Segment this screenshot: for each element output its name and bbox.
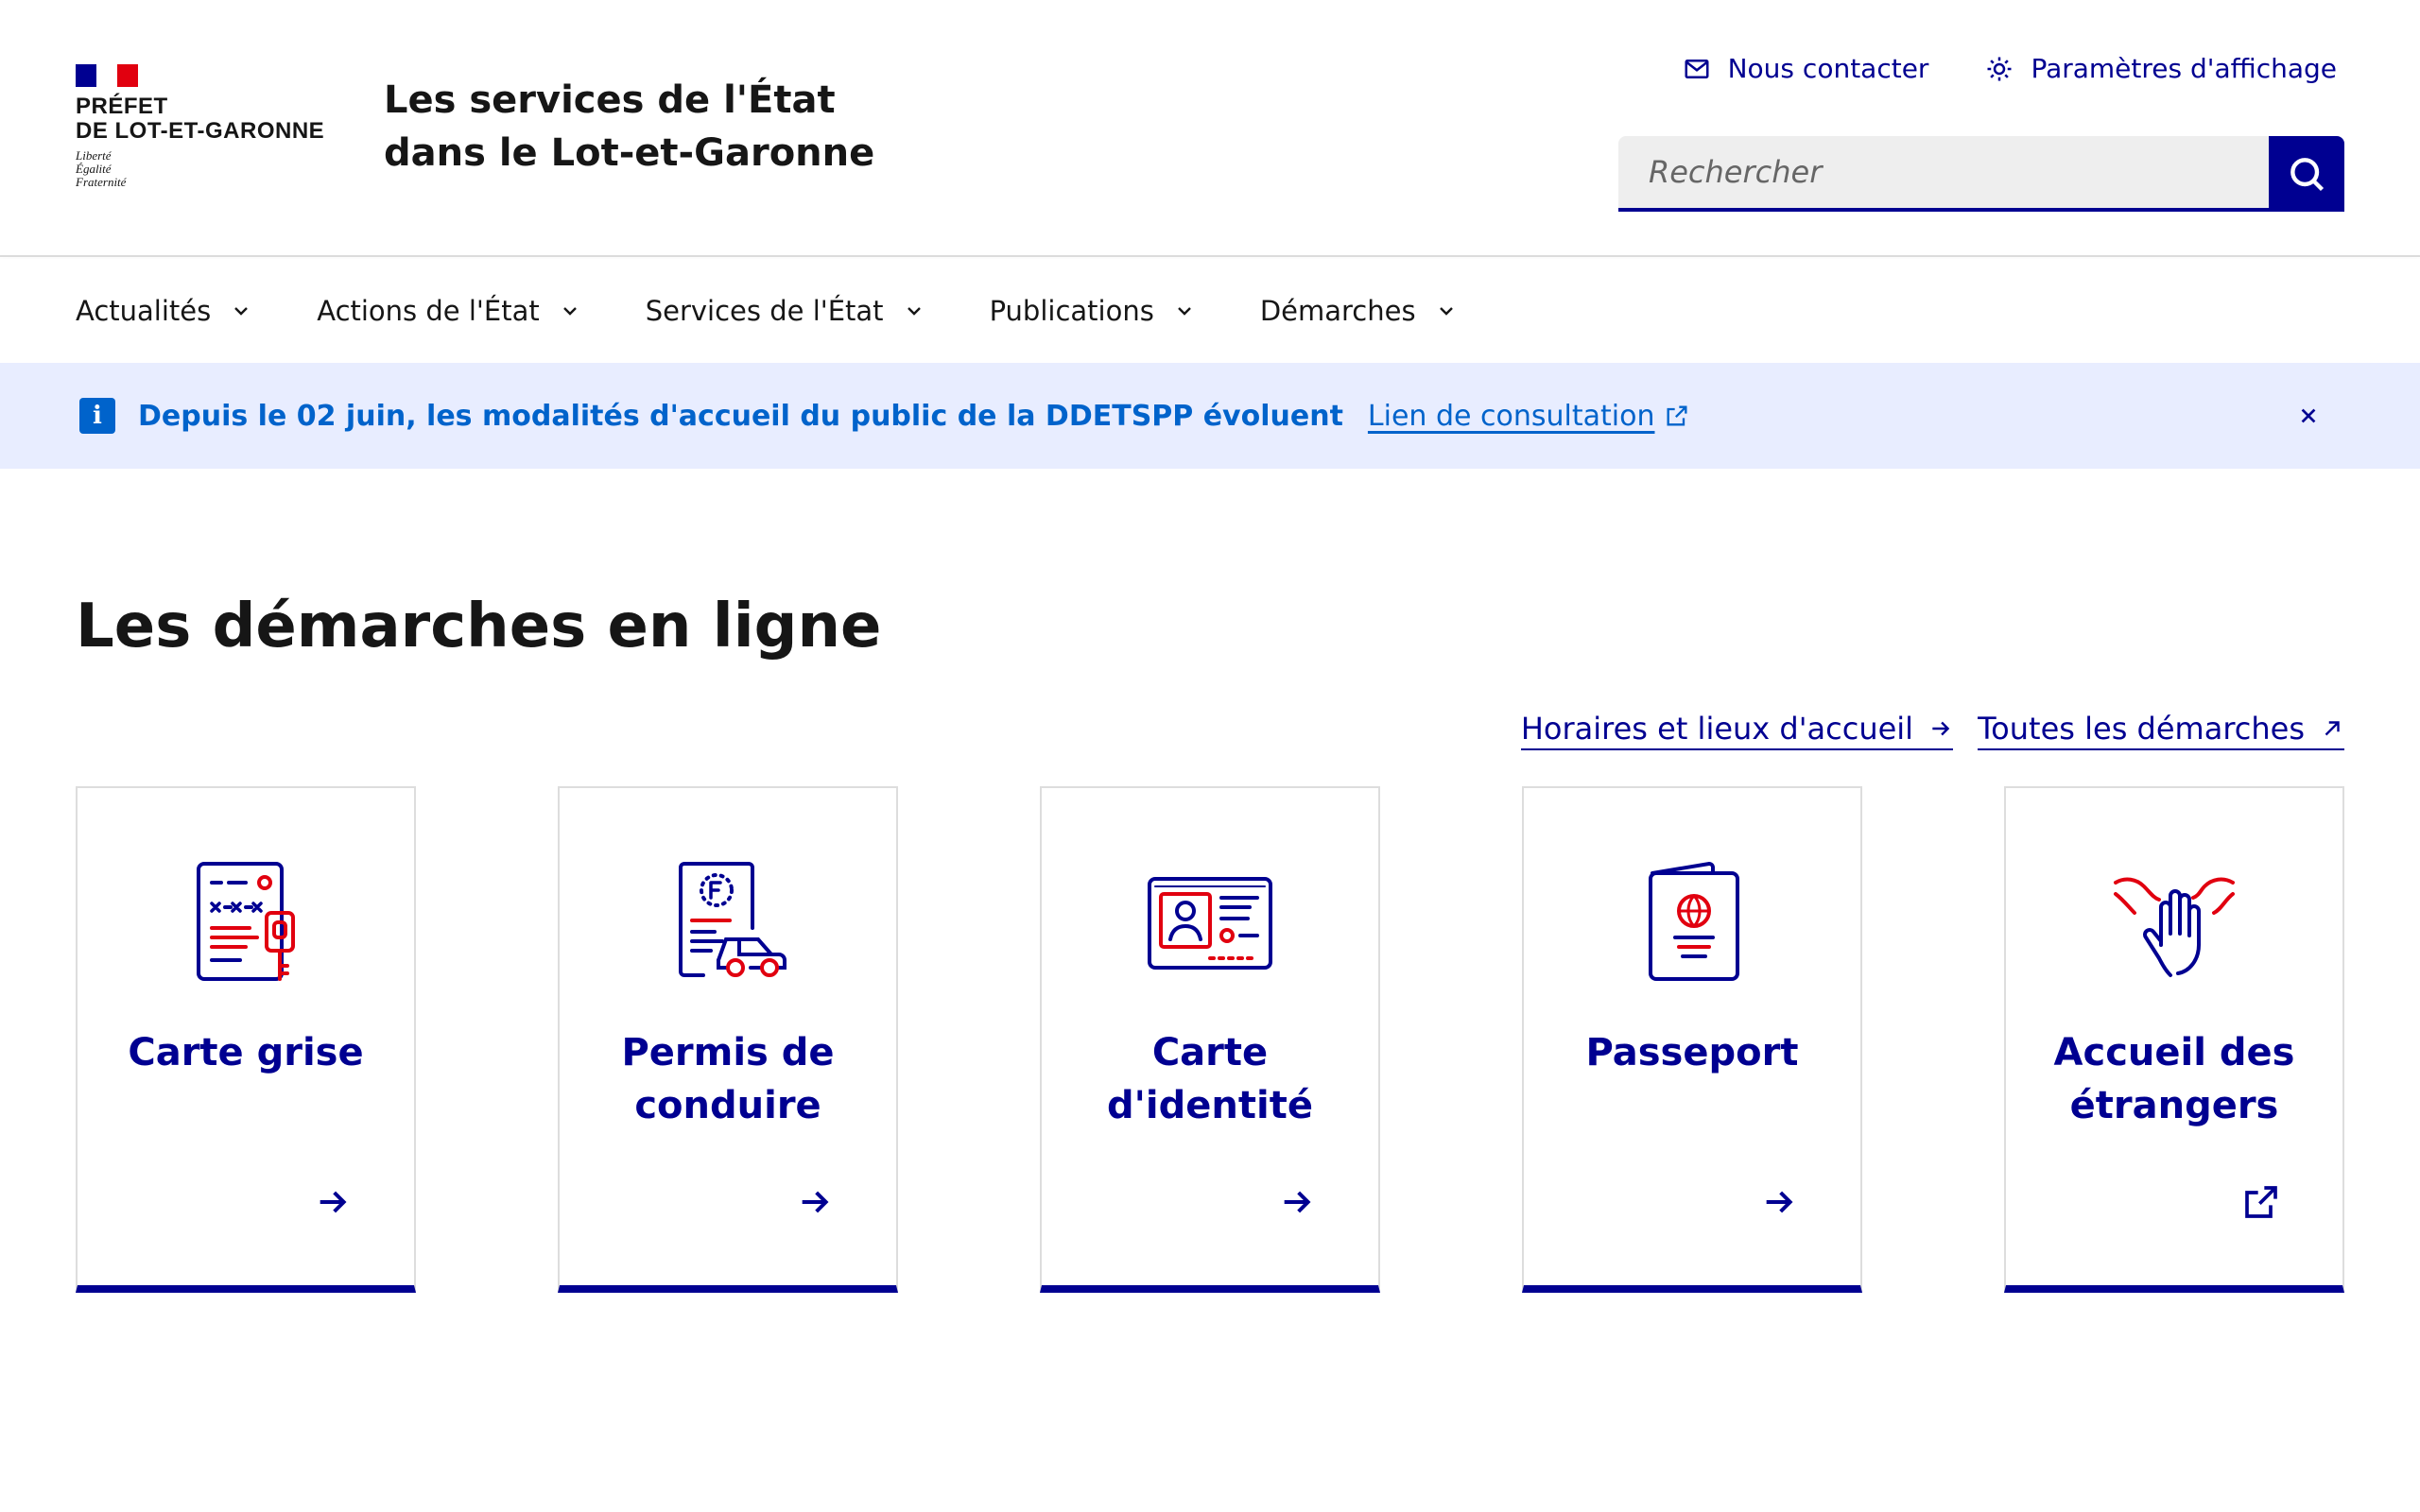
card-title: Carte grise — [128, 1031, 364, 1074]
search-bar — [1618, 136, 2344, 212]
nav-item-label: Démarches — [1259, 295, 1416, 327]
contact-link[interactable]: Nous contacter — [1683, 53, 1929, 84]
identity-card-icon — [1148, 877, 1272, 970]
nav-item-label: Publications — [989, 295, 1154, 327]
external-link-icon — [1667, 405, 1687, 426]
demarches-cards: Carte grise Permis de conduire Carte d'i… — [76, 786, 2344, 1293]
notice-text: Depuis le 02 juin, les modalités d'accue… — [138, 399, 1343, 433]
chevron-down-icon — [907, 307, 921, 316]
toutes-demarches-link[interactable]: Toutes les démarches — [1978, 711, 2344, 750]
chevron-down-icon — [234, 307, 249, 316]
arrow-right-icon — [1932, 721, 1950, 736]
card-passeport[interactable]: Passeport — [1522, 786, 1862, 1293]
site-title-line-1: Les services de l'État — [384, 78, 836, 122]
foreigners-welcome-icon — [2114, 877, 2235, 977]
close-icon — [2301, 408, 2316, 423]
contact-label: Nous contacter — [1727, 53, 1929, 84]
demarches-links: Horaires et lieux d'accueil Toutes les d… — [1520, 711, 2344, 750]
nav-item-actions-etat[interactable]: Actions de l'État — [317, 295, 580, 327]
notice-close-button[interactable] — [2291, 399, 2325, 433]
arrow-right-icon — [320, 1191, 347, 1213]
vehicle-registration-icon — [197, 862, 295, 981]
devise: Liberté Égalité Fraternité — [76, 149, 331, 189]
arrow-right-icon — [1284, 1191, 1311, 1213]
card-title: Permis de conduire — [621, 1031, 835, 1127]
card-title: Carte d'identité — [1107, 1031, 1313, 1127]
devise-fraternite: Fraternité — [76, 175, 127, 189]
nav-item-services-etat[interactable]: Services de l'État — [646, 295, 925, 327]
card-permis-conduire[interactable]: Permis de conduire — [558, 786, 898, 1293]
nav-item-label: Actualités — [76, 295, 212, 327]
horaires-link[interactable]: Horaires et lieux d'accueil — [1520, 711, 1954, 750]
info-notice: i Depuis le 02 juin, les modalités d'acc… — [0, 363, 2420, 469]
arrow-right-icon — [802, 1191, 829, 1213]
card-carte-grise[interactable]: Carte grise — [76, 786, 416, 1293]
nav-item-label: Services de l'État — [645, 295, 884, 327]
search-button[interactable] — [2269, 136, 2344, 212]
card-title: Accueil des étrangers — [2053, 1031, 2295, 1127]
search-input[interactable] — [1618, 136, 2269, 212]
site-header: PRÉFET DE LOT-ET-GARONNE Liberté Égalité… — [0, 0, 2420, 257]
header-tools: Nous contacter Paramètres d'affichage — [1683, 53, 2337, 84]
display-settings-label: Paramètres d'affichage — [2031, 53, 2337, 84]
chevron-down-icon — [1439, 307, 1453, 316]
page-title: Les démarches en ligne — [76, 592, 882, 662]
search-icon — [2290, 158, 2325, 192]
marianne-flag-icon — [76, 64, 138, 87]
devise-egalite: Égalité — [76, 162, 112, 176]
sun-icon — [1987, 57, 2012, 80]
nav-item-publications[interactable]: Publications — [990, 295, 1196, 327]
toutes-demarches-link-label: Toutes les démarches — [1978, 711, 2305, 747]
nav-item-actualites[interactable]: Actualités — [76, 295, 252, 327]
display-settings-button[interactable]: Paramètres d'affichage — [1985, 53, 2337, 84]
chevron-down-icon — [1177, 307, 1191, 316]
nav-item-demarches[interactable]: Démarches — [1260, 295, 1458, 327]
nav-item-label: Actions de l'État — [317, 295, 540, 327]
mail-icon — [1685, 59, 1709, 78]
external-link-icon — [2245, 1186, 2277, 1218]
arrow-right-icon — [1766, 1191, 1793, 1213]
card-accueil-etrangers[interactable]: Accueil des étrangers — [2004, 786, 2344, 1293]
prefecture-logo[interactable]: PRÉFET DE LOT-ET-GARONNE Liberté Égalité… — [76, 64, 331, 189]
horaires-link-label: Horaires et lieux d'accueil — [1520, 711, 1914, 747]
main-navigation: Actualités Actions de l'État Services de… — [0, 259, 2420, 363]
logo-line-1: PRÉFET — [76, 94, 168, 119]
site-title[interactable]: Les services de l'État dans le Lot-et-Ga… — [384, 74, 874, 180]
card-carte-identite[interactable]: Carte d'identité — [1040, 786, 1380, 1293]
chevron-down-icon — [562, 307, 577, 316]
card-title: Passeport — [1585, 1031, 1799, 1074]
devise-liberte: Liberté — [76, 148, 112, 163]
logo-line-2: DE LOT-ET-GARONNE — [76, 118, 325, 144]
notice-link-label: Lien de consultation — [1367, 399, 1655, 433]
notice-consultation-link[interactable]: Lien de consultation — [1368, 400, 1691, 433]
site-title-line-2: dans le Lot-et-Garonne — [384, 131, 875, 175]
driving-license-icon — [679, 862, 786, 977]
info-icon: i — [79, 398, 115, 434]
passport-icon — [1649, 861, 1739, 981]
logo-text: PRÉFET DE LOT-ET-GARONNE — [76, 94, 331, 144]
arrow-up-right-icon — [2325, 721, 2340, 736]
